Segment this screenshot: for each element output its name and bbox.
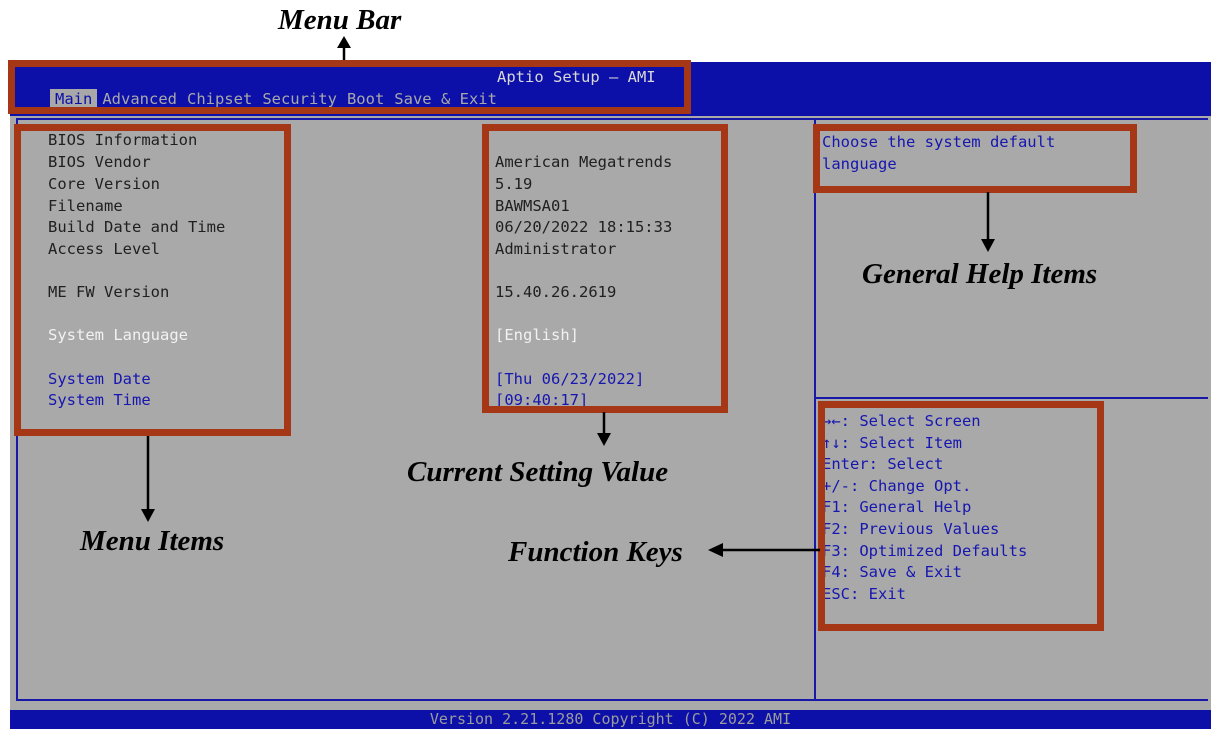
version-bar: Version 2.21.1280 Copyright (C) 2022 AMI bbox=[10, 710, 1211, 729]
menu-bar-callout: Menu Bar bbox=[278, 4, 402, 36]
menu-items-arrow bbox=[141, 436, 155, 522]
top-caption-cutoff: x bbox=[200, 0, 211, 14]
function-keys-arrow bbox=[708, 543, 820, 557]
current-setting-value-callout: Current Setting Value bbox=[407, 456, 669, 488]
frame-bottom-rule bbox=[16, 699, 1208, 701]
frame-top-rule bbox=[18, 118, 1208, 120]
version-text: Version 2.21.1280 Copyright (C) 2022 AMI bbox=[429, 710, 792, 728]
menu-items-annotation-box bbox=[14, 124, 291, 436]
function-keys-annotation-box bbox=[818, 401, 1104, 631]
help-annotation-box bbox=[813, 124, 1137, 193]
function-keys-callout: Function Keys bbox=[508, 536, 683, 568]
menu-bar-annotation-box bbox=[8, 60, 691, 114]
setting-values-annotation-box bbox=[482, 124, 728, 413]
help-arrow bbox=[981, 192, 995, 252]
frame-divider-rule bbox=[814, 118, 816, 701]
general-help-items-callout: General Help Items bbox=[862, 258, 1098, 290]
setting-value-arrow bbox=[597, 412, 611, 446]
menu-items-callout: Menu Items bbox=[80, 525, 225, 557]
help-divider-rule bbox=[816, 397, 1208, 399]
